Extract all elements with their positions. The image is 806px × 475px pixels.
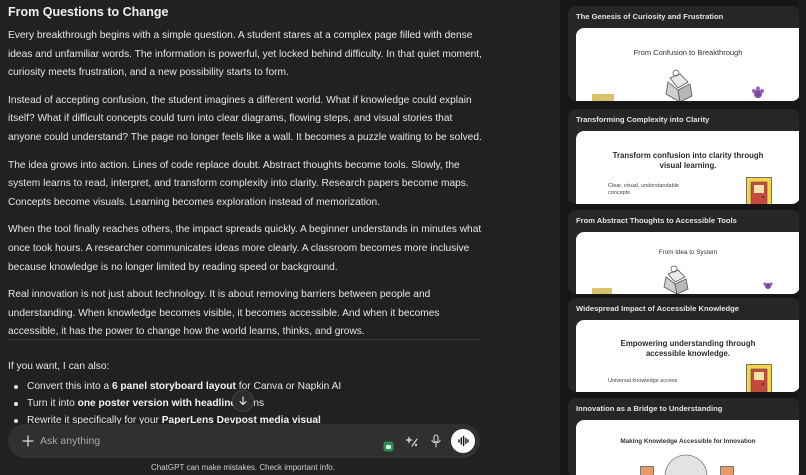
story-paragraph: Every breakthrough begins with a simple … — [8, 30, 482, 79]
image-caption: Universal knowledge access — [608, 378, 678, 384]
storyboard-card[interactable]: Transforming Complexity into Clarity Tra… — [568, 109, 800, 204]
panel-scrollbar[interactable] — [799, 0, 806, 475]
story-paragraph: The idea grows into action. Lines of cod… — [8, 159, 469, 208]
card-image: From Idea to System — [576, 232, 800, 294]
voice-waveform-icon — [458, 435, 469, 447]
message-composer — [8, 424, 480, 458]
disclaimer-text: ChatGPT can make mistakes. Check importa… — [151, 463, 335, 472]
story-paragraph: When the tool finally reaches others, th… — [8, 224, 482, 273]
books-stack — [640, 466, 654, 475]
arrow-down-icon — [239, 396, 247, 406]
list-item-text: Convert this into a — [27, 381, 112, 392]
card-image: From Confusion to Breakthrough — [576, 28, 800, 101]
flower-icon — [752, 86, 764, 98]
story-paragraph: Real innovation is not just about techno… — [8, 289, 440, 338]
story-title: From Questions to Change — [8, 5, 169, 19]
image-heading: Transform confusion into clarity through… — [612, 151, 764, 170]
plus-icon — [22, 435, 34, 447]
prompt-input[interactable] — [40, 432, 340, 450]
sparkle-icon — [404, 435, 418, 447]
card-image: Empowering understanding through accessi… — [576, 320, 800, 392]
list-item-emphasis: 6 panel storyboard layout — [111, 381, 236, 392]
message-divider — [8, 339, 480, 340]
flower-icon — [763, 282, 773, 289]
list-item-emphasis: one poster version with headline + — [77, 398, 248, 409]
image-caption: Clear, visual, understandable concepts — [608, 183, 679, 196]
books-stack — [592, 94, 614, 101]
storyboard-card[interactable]: From Abstract Thoughts to Accessible Too… — [568, 210, 800, 294]
card-image: Transform confusion into clarity through… — [576, 131, 800, 204]
storyboard-card[interactable]: Innovation as a Bridge to Understanding … — [568, 398, 800, 475]
microphone-icon — [431, 434, 441, 448]
book-icon — [665, 69, 693, 101]
door-icon — [746, 364, 772, 392]
list-item-text: for Canva or Napkin AI — [235, 381, 342, 392]
story-paragraph: Instead of accepting confusion, the stud… — [8, 94, 482, 143]
books-stack — [720, 466, 734, 475]
image-heading: Empowering understanding through accessi… — [620, 339, 756, 358]
list-item-text: Turn it into — [27, 398, 78, 409]
storyboard-card[interactable]: The Genesis of Curiosity and Frustration… — [568, 6, 800, 101]
dictate-button[interactable] — [428, 433, 444, 449]
card-title: Widespread Impact of Accessible Knowledg… — [576, 304, 739, 313]
chat-column: From Questions to Change Every breakthro… — [0, 0, 560, 475]
door-icon — [746, 177, 772, 204]
app-badge-button[interactable] — [382, 440, 394, 452]
books-stack — [592, 288, 612, 294]
scroll-to-bottom-button[interactable] — [232, 390, 254, 412]
image-heading: From Confusion to Breakthrough — [633, 48, 743, 57]
card-image: Making Knowledge Accessible for Innovati… — [576, 420, 800, 475]
add-attachment-button[interactable] — [20, 433, 36, 449]
storyboard-panel: The Genesis of Curiosity and Frustration… — [560, 0, 806, 475]
image-heading: Making Knowledge Accessible for Innovati… — [620, 438, 756, 445]
app-badge-icon — [383, 441, 393, 451]
followup-intro: If you want, I can also: — [8, 361, 110, 372]
card-title: Innovation as a Bridge to Understanding — [576, 404, 723, 413]
card-title: Transforming Complexity into Clarity — [576, 115, 710, 124]
globe-icon — [664, 454, 708, 475]
storyboard-card[interactable]: Widespread Impact of Accessible Knowledg… — [568, 298, 800, 392]
assistant-message: From Questions to Change Every breakthro… — [8, 4, 484, 351]
book-icon — [663, 265, 689, 294]
voice-mode-button[interactable] — [451, 429, 475, 453]
card-title: The Genesis of Curiosity and Frustration — [576, 12, 724, 21]
tools-button[interactable] — [403, 433, 419, 449]
image-heading: From Idea to System — [658, 249, 718, 256]
card-title: From Abstract Thoughts to Accessible Too… — [576, 216, 737, 225]
